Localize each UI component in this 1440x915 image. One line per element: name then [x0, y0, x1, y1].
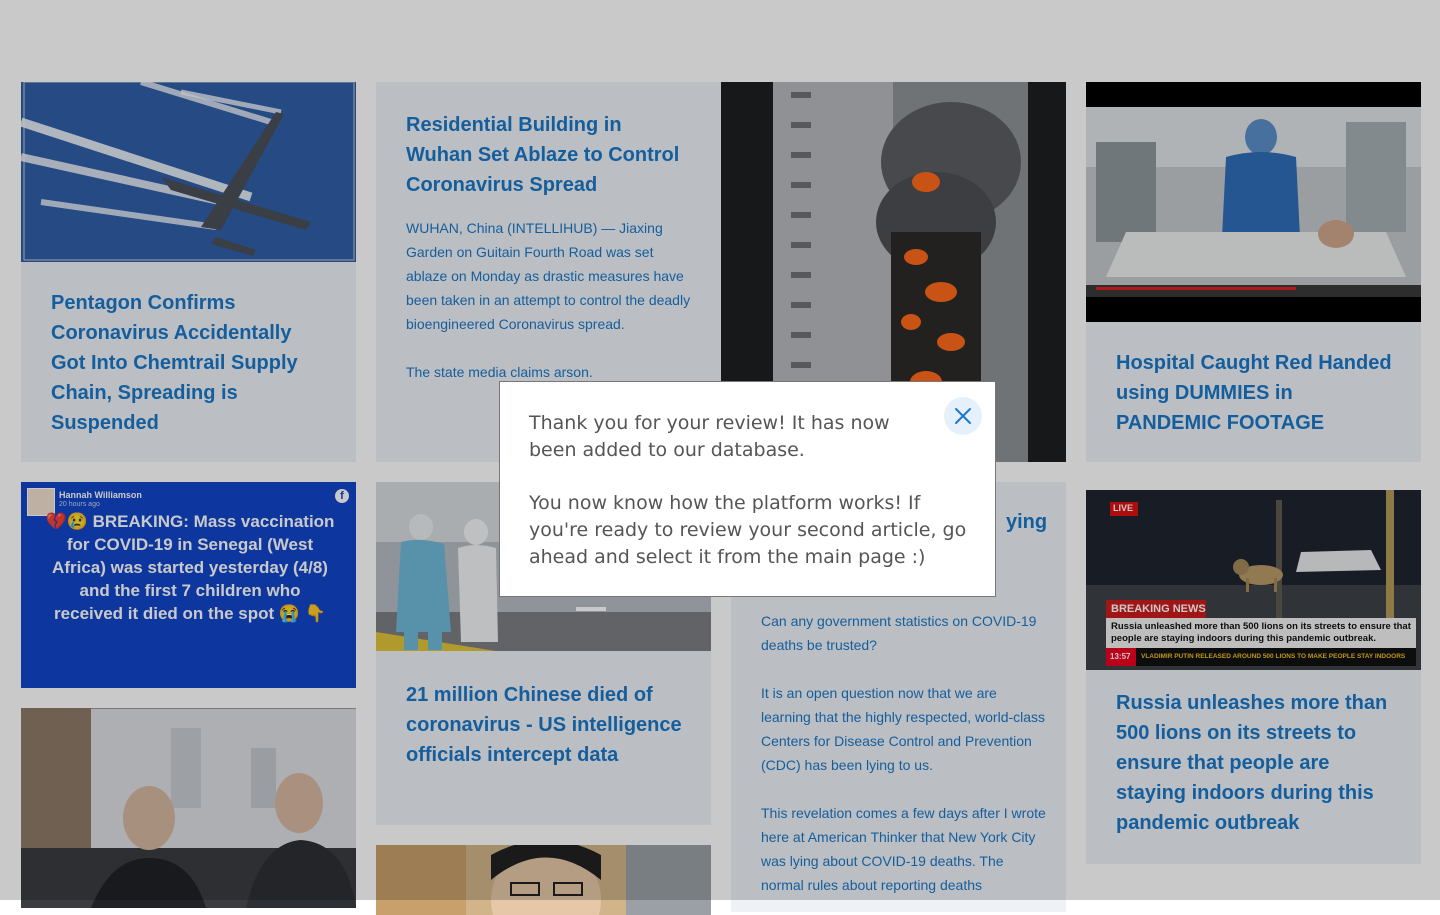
review-confirmation-dialog: Thank you for your review! It has now be…	[499, 381, 996, 597]
dialog-message-thanks: Thank you for your review! It has now be…	[529, 412, 890, 461]
close-icon	[955, 408, 971, 424]
close-button[interactable]	[944, 397, 982, 435]
dialog-message-next-step: You now know how the platform works! If …	[529, 492, 967, 568]
